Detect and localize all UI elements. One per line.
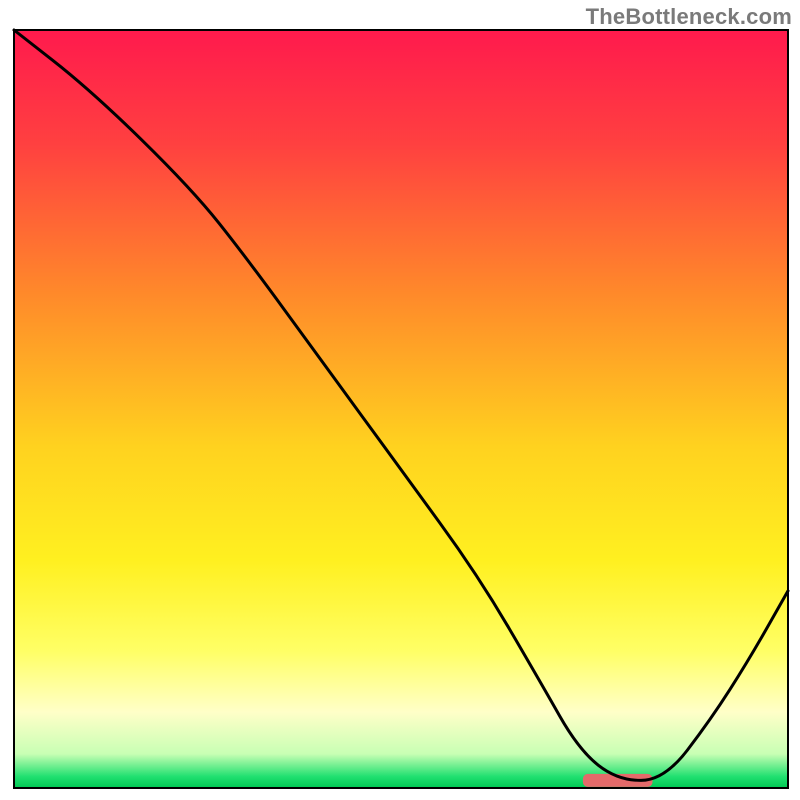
chart-svg xyxy=(0,0,800,800)
watermark-text: TheBottleneck.com xyxy=(586,4,792,30)
chart-stage: TheBottleneck.com xyxy=(0,0,800,800)
plot-background xyxy=(14,30,788,788)
